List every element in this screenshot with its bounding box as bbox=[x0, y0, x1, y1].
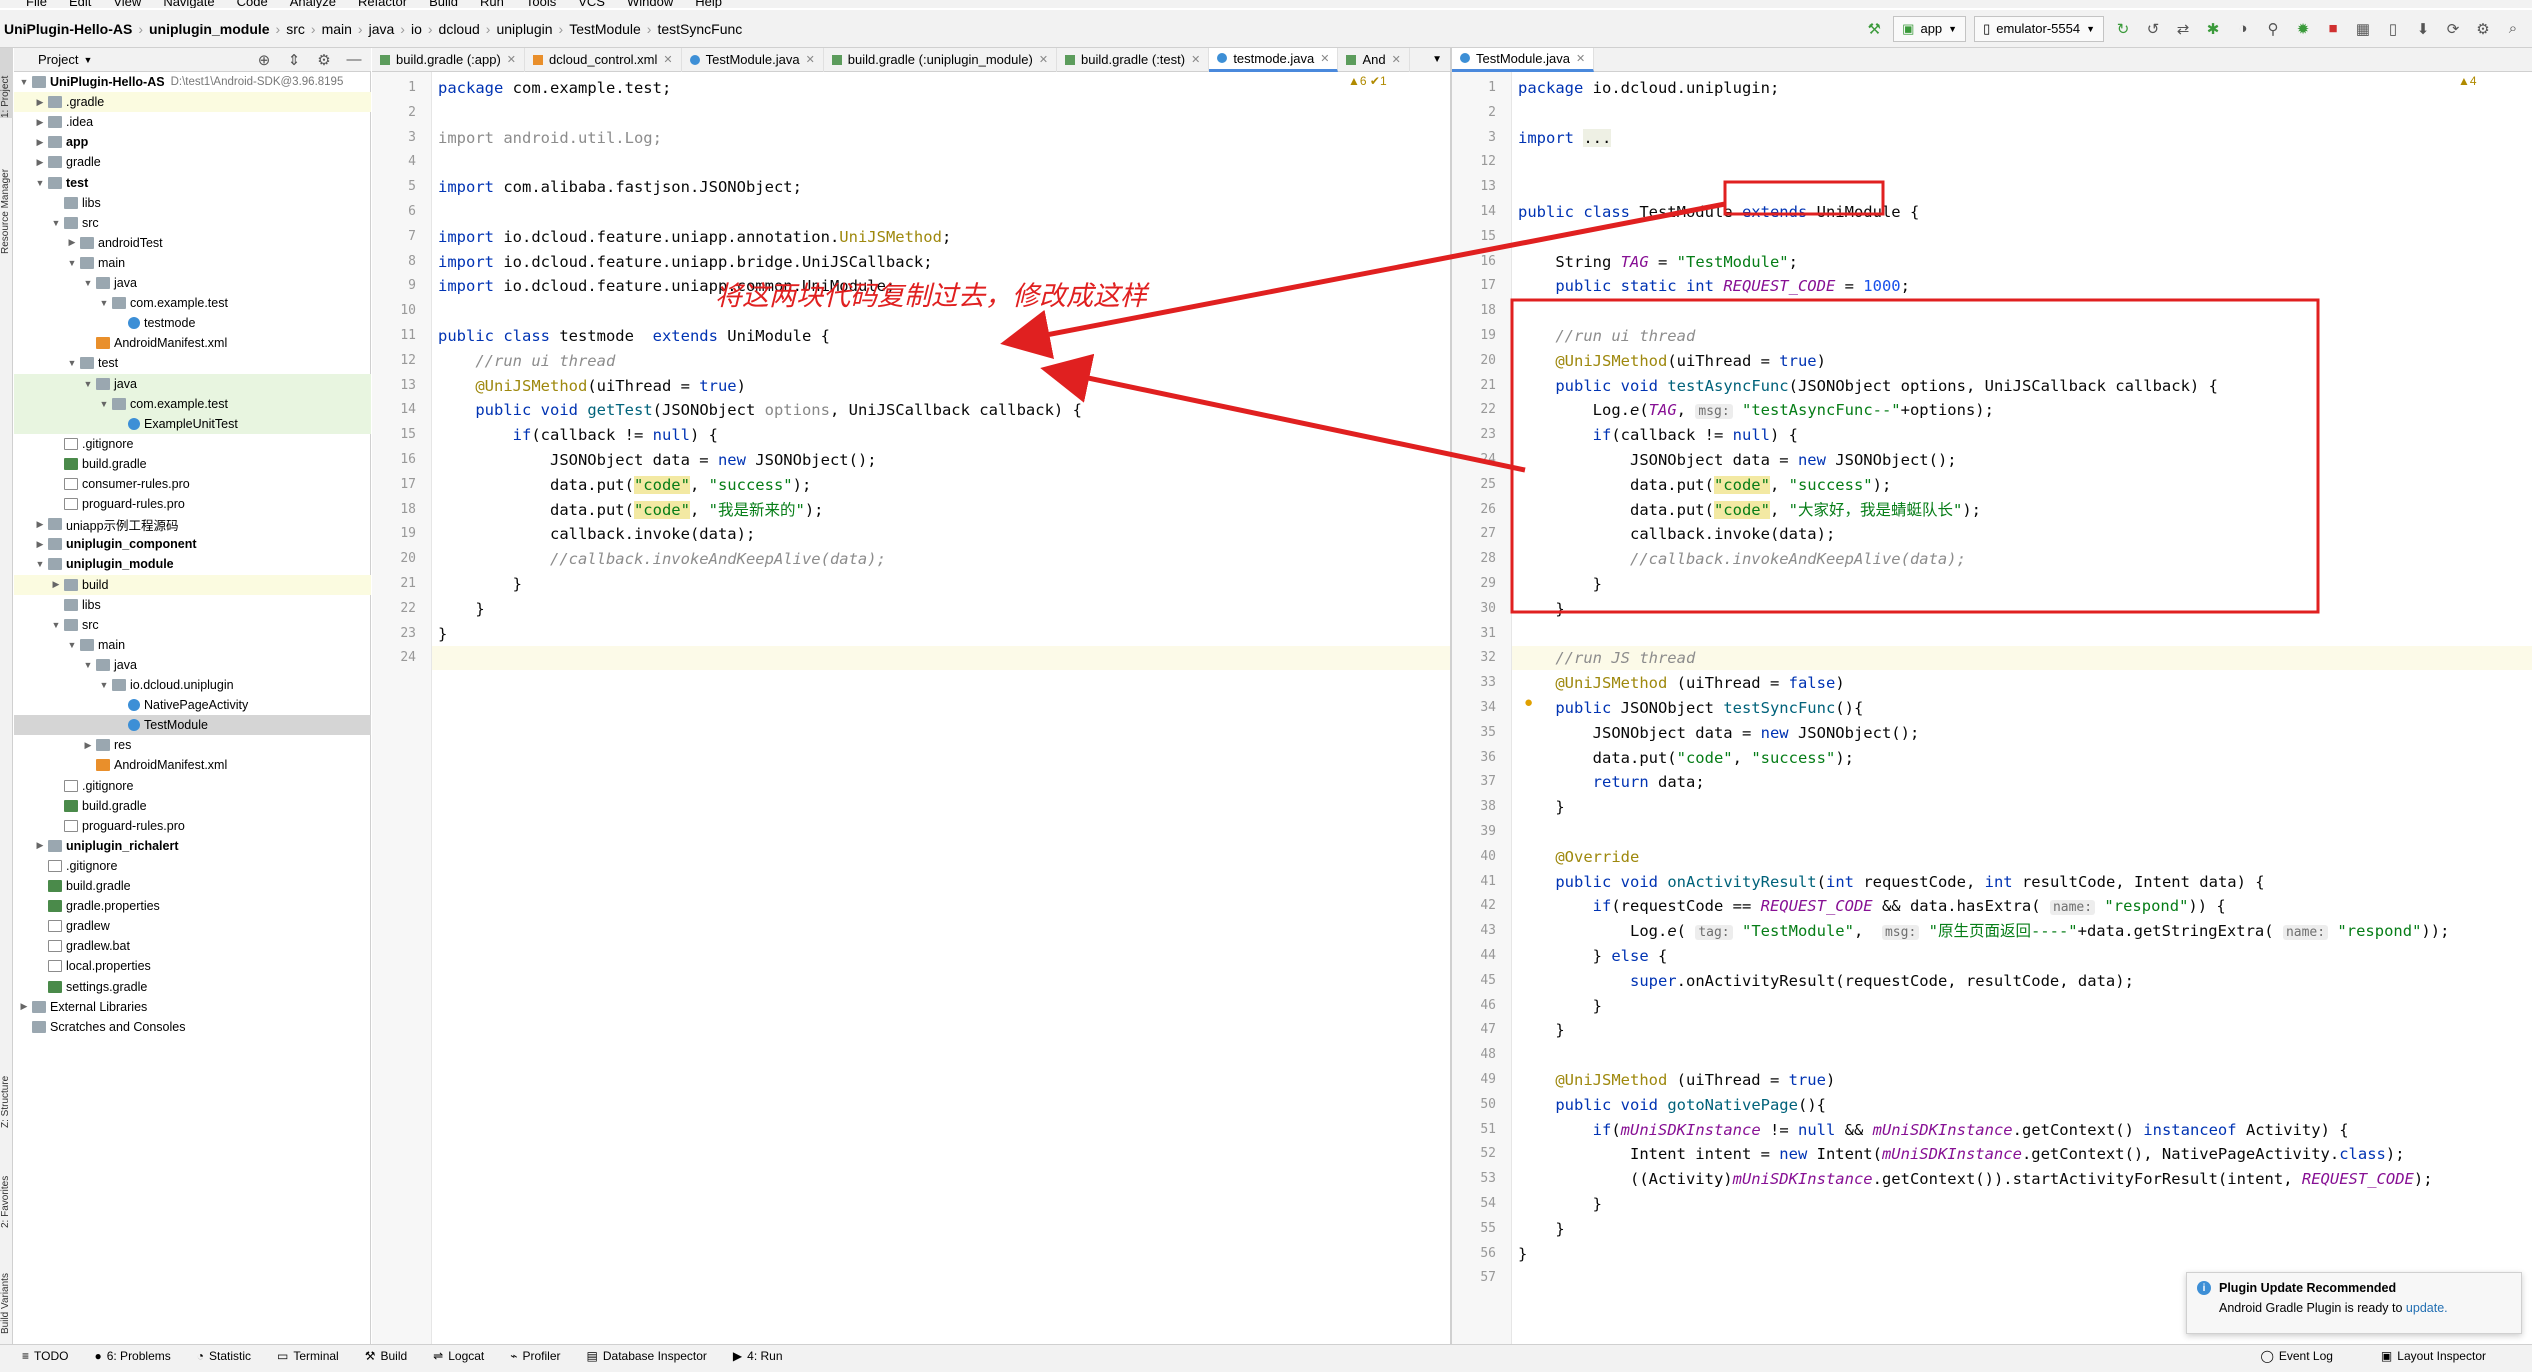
annotation-text: 将这两块代码复制过去，修改成这样 bbox=[715, 281, 1147, 312]
layout-inspector-button[interactable]: ▣ Layout Inspector bbox=[2381, 1349, 2486, 1363]
update-link[interactable]: update. bbox=[2406, 1301, 2448, 1315]
code-block-highlight-box bbox=[1510, 298, 2320, 614]
tool-window-button[interactable]: ▭ Terminal bbox=[277, 1349, 339, 1363]
tool-window-button[interactable]: ◔ Statistic bbox=[197, 1349, 251, 1363]
tool-window-button[interactable]: ⚒ Build bbox=[365, 1349, 407, 1363]
tool-window-button[interactable]: ≡ TODO bbox=[22, 1349, 68, 1363]
tool-window-button[interactable]: ● 6: Problems bbox=[94, 1349, 170, 1363]
event-log-button[interactable]: ◯ Event Log bbox=[2260, 1349, 2332, 1363]
bottom-tool-bar: ≡ TODO ● 6: Problems ◔ Statistic ▭ Terminal ⚒ Bui… bbox=[0, 1344, 2532, 1366]
tool-window-label: TODO bbox=[34, 1348, 69, 1363]
arrow-code-block bbox=[1040, 353, 1526, 473]
tool-window-label: Profiler bbox=[522, 1348, 561, 1363]
layout-inspector-icon: ▣ bbox=[2380, 1348, 2393, 1363]
plugin-update-notification: i Plugin Update Recommended Android Grad… bbox=[2186, 1272, 2522, 1334]
notification-title: Plugin Update Recommended bbox=[2219, 1281, 2397, 1295]
ide-window: File Edit View Navigate Code Analyze Refactor B… bbox=[0, 0, 2532, 1372]
tool-window-label: Logcat bbox=[448, 1348, 485, 1363]
tool-window-icon: ⇌ bbox=[433, 1348, 444, 1363]
tool-window-icon: ▶ bbox=[732, 1348, 743, 1363]
extends-highlight-box bbox=[1723, 180, 1885, 216]
tool-window-icon: ▤ bbox=[586, 1348, 598, 1363]
tool-window-label: 6: Problems bbox=[106, 1348, 171, 1363]
status-bar bbox=[0, 1366, 2532, 1372]
layout-inspector-label: Layout Inspector bbox=[2397, 1348, 2486, 1363]
event-log-label: Event Log bbox=[2278, 1348, 2333, 1363]
tool-window-button[interactable]: ⇌ Logcat bbox=[433, 1349, 484, 1363]
notification-body: Android Gradle Plugin is ready to bbox=[2219, 1301, 2406, 1315]
tool-window-label: Statistic bbox=[209, 1348, 252, 1363]
arrow-extends bbox=[1000, 201, 1726, 359]
info-icon: i bbox=[2197, 1281, 2211, 1295]
tool-window-label: Terminal bbox=[293, 1348, 339, 1363]
tool-window-icon: ≡ bbox=[22, 1348, 30, 1363]
tool-window-icon: ▭ bbox=[277, 1348, 289, 1363]
bottom-tools: ≡ TODO ● 6: Problems ◔ Statistic ▭ Terminal ⚒ Bui… bbox=[22, 1349, 809, 1363]
tool-window-icon: ⚒ bbox=[364, 1348, 376, 1363]
tool-window-button[interactable]: ⌁ Profiler bbox=[510, 1349, 560, 1363]
tool-window-icon: ⌁ bbox=[510, 1348, 518, 1363]
tool-window-icon: ◔ bbox=[196, 1348, 204, 1363]
annotation-overlay bbox=[1000, 180, 2320, 614]
tool-window-button[interactable]: ▶ 4: Run bbox=[733, 1349, 783, 1363]
speech-bubble-icon: ◯ bbox=[2260, 1348, 2274, 1363]
tool-window-label: Build bbox=[380, 1348, 408, 1363]
tool-window-button[interactable]: ▤ Database Inspector bbox=[587, 1349, 707, 1363]
tool-window-label: 4: Run bbox=[747, 1348, 783, 1363]
tool-window-icon: ● bbox=[94, 1348, 102, 1363]
tool-window-label: Database Inspector bbox=[602, 1348, 707, 1363]
